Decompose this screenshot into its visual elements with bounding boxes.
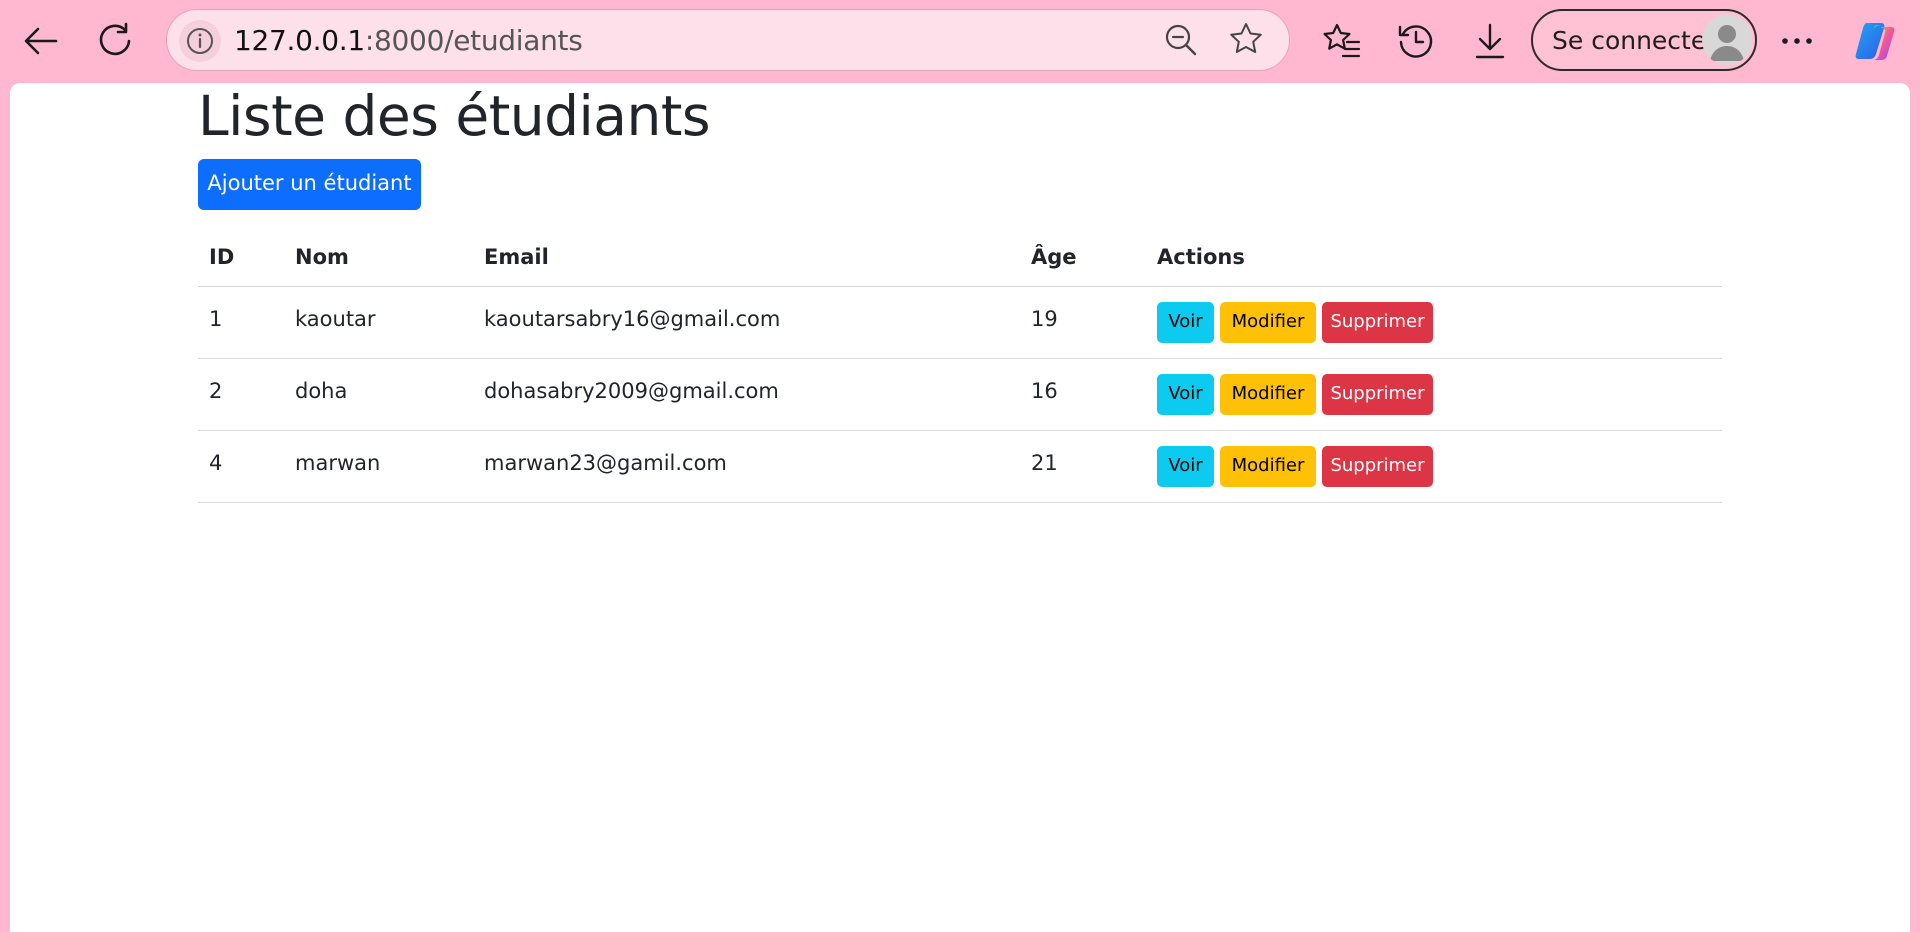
address-bar[interactable]: 127.0.0.1:8000/etudiants	[166, 9, 1290, 71]
cell-id: 4	[198, 430, 284, 503]
sign-in-button[interactable]: Se connecter	[1531, 9, 1757, 71]
cell-email: marwan23@gamil.com	[473, 430, 1020, 503]
column-header-nom: Nom	[284, 228, 473, 287]
add-favorite-button[interactable]	[1227, 20, 1265, 62]
table-row: 2 doha dohasabry2009@gmail.com 16 Voir M…	[198, 358, 1722, 431]
history-icon	[1398, 25, 1433, 58]
url-text[interactable]: 127.0.0.1:8000/etudiants	[234, 24, 583, 57]
downloads-button[interactable]	[1459, 10, 1521, 72]
delete-button[interactable]: Supprimer	[1322, 446, 1433, 487]
download-icon	[1475, 23, 1505, 59]
favorites-button[interactable]	[1311, 10, 1373, 72]
cell-age: 16	[1020, 358, 1146, 431]
back-icon	[24, 27, 58, 55]
page-title: Liste des étudiants	[198, 84, 711, 148]
delete-button[interactable]: Supprimer	[1322, 374, 1433, 415]
cell-nom: marwan	[284, 430, 473, 503]
zoom-button[interactable]	[1163, 22, 1199, 62]
url-host: 127.0.0.1	[234, 24, 365, 57]
back-button[interactable]	[10, 10, 72, 72]
view-button[interactable]: Voir	[1157, 446, 1214, 487]
site-info-button[interactable]	[179, 20, 221, 62]
column-header-actions: Actions	[1146, 228, 1722, 287]
cell-nom: kaoutar	[284, 286, 473, 359]
browser-toolbar: 127.0.0.1:8000/etudiants Se connecter	[0, 0, 1920, 83]
add-student-button[interactable]: Ajouter un étudiant	[198, 159, 421, 210]
table-row: 4 marwan marwan23@gamil.com 21 Voir Modi…	[198, 430, 1722, 503]
view-button[interactable]: Voir	[1157, 302, 1214, 343]
page-viewport: Liste des étudiants Ajouter un étudiant …	[10, 83, 1910, 932]
favorites-icon	[1323, 23, 1361, 58]
cell-nom: doha	[284, 358, 473, 431]
history-button[interactable]	[1385, 10, 1447, 72]
table-header-row: ID Nom Email Âge Actions	[198, 228, 1722, 287]
cell-actions: Voir Modifier Supprimer	[1146, 358, 1722, 431]
cell-age: 19	[1020, 286, 1146, 359]
view-button[interactable]: Voir	[1157, 374, 1214, 415]
more-button[interactable]	[1766, 10, 1828, 72]
table-row: 1 kaoutar kaoutarsabry16@gmail.com 19 Vo…	[198, 286, 1722, 359]
cell-email: dohasabry2009@gmail.com	[473, 358, 1020, 431]
cell-email: kaoutarsabry16@gmail.com	[473, 286, 1020, 359]
cell-id: 2	[198, 358, 284, 431]
column-header-id: ID	[198, 228, 284, 287]
avatar	[1702, 15, 1752, 65]
more-icon	[1782, 38, 1812, 44]
url-path: :8000/etudiants	[364, 24, 583, 57]
edit-button[interactable]: Modifier	[1220, 446, 1316, 487]
favorite-star-icon	[1230, 23, 1262, 53]
cell-age: 21	[1020, 430, 1146, 503]
edit-button[interactable]: Modifier	[1220, 374, 1316, 415]
cell-actions: Voir Modifier Supprimer	[1146, 430, 1722, 503]
cell-id: 1	[198, 286, 284, 359]
zoom-out-icon	[1165, 24, 1197, 56]
column-header-age: Âge	[1020, 228, 1146, 287]
user-avatar-icon	[1710, 25, 1744, 61]
sign-in-label: Se connecter	[1552, 26, 1717, 55]
cell-actions: Voir Modifier Supprimer	[1146, 286, 1722, 359]
column-header-email: Email	[473, 228, 1020, 287]
delete-button[interactable]: Supprimer	[1322, 302, 1433, 343]
info-icon	[187, 28, 213, 54]
edit-button[interactable]: Modifier	[1220, 302, 1316, 343]
copilot-icon	[1855, 23, 1895, 60]
copilot-button[interactable]	[1846, 10, 1908, 72]
refresh-icon	[99, 22, 131, 56]
students-table: ID Nom Email Âge Actions 1 kaoutar kaout…	[198, 228, 1722, 503]
refresh-button[interactable]	[84, 10, 146, 72]
